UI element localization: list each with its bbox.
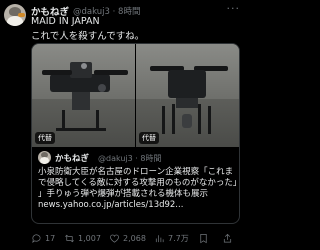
quoted-text-line-3: 」手りゅう弾や爆弾が搭載される機体も展示: [38, 189, 209, 199]
alt-text-badge-left[interactable]: 代替: [35, 132, 55, 144]
drone-photo-left[interactable]: 代替: [32, 44, 135, 147]
retweet-button[interactable]: 1,007: [64, 233, 101, 244]
reply-icon: [32, 234, 41, 244]
quoted-tweet[interactable]: 代替 代替 かもねぎ @dakuj3 · 8時間 小泉防衛大臣が名古屋のドローン…: [31, 43, 240, 224]
views-button[interactable]: 7.7万: [154, 233, 189, 244]
heart-icon: [110, 234, 119, 243]
quoted-post-time[interactable]: 8時間: [140, 154, 161, 163]
bookmark-button[interactable]: [198, 233, 209, 244]
alt-text-badge-right[interactable]: 代替: [139, 132, 159, 144]
share-button[interactable]: [222, 233, 233, 244]
quoted-text-line-2: で侵略してくる敵に対する攻撃用のものがなかった」: [38, 178, 240, 188]
quoted-avatar-body: [40, 157, 49, 164]
avatar-bird-body: [7, 16, 23, 26]
more-options-button[interactable]: ···: [227, 2, 241, 15]
like-button[interactable]: 2,068: [109, 233, 146, 244]
reply-button[interactable]: 17: [31, 233, 55, 244]
view-count: 7.7万: [168, 234, 189, 243]
retweet-icon: [65, 234, 74, 243]
avatar[interactable]: [4, 4, 26, 26]
bookmark-icon: [200, 234, 207, 244]
retweet-count: 1,007: [78, 234, 101, 243]
views-icon: [155, 235, 164, 243]
quoted-text-line-1: 小泉防衛大臣が名古屋のドローン企業視察「これま: [38, 167, 234, 177]
tweet-text-line-2: これで人を殺すんですね。: [31, 31, 145, 42]
meta-separator: ·: [112, 7, 116, 17]
quoted-media[interactable]: 代替 代替: [32, 44, 239, 147]
action-bar: 17 1,007 2,068 7.7万: [31, 233, 243, 247]
quoted-meta-separator: ·: [135, 154, 138, 163]
quoted-author-name[interactable]: かもねぎ: [55, 152, 89, 164]
quoted-avatar[interactable]: [38, 151, 51, 164]
drone-photo-right[interactable]: 代替: [136, 44, 239, 147]
tweet-text-line-1: MAID IN JAPAN: [31, 16, 100, 27]
reply-count: 17: [45, 234, 56, 243]
like-count: 2,068: [123, 234, 146, 243]
post-time[interactable]: 8時間: [118, 7, 140, 17]
quoted-author-handle[interactable]: @dakuj3: [98, 154, 133, 163]
quoted-link[interactable]: news.yahoo.co.jp/articles/13d92...: [38, 200, 183, 211]
share-icon: [223, 233, 232, 243]
quoted-author-meta: @dakuj3 · 8時間: [98, 153, 161, 164]
